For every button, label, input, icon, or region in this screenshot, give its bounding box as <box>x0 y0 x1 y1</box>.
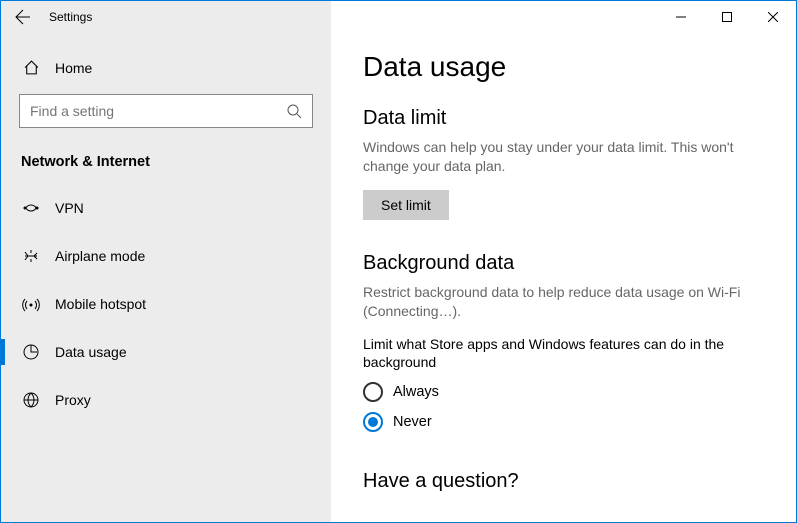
radio-label: Always <box>393 384 439 400</box>
home-link[interactable]: Home <box>1 49 331 86</box>
background-data-description: Restrict background data to help reduce … <box>363 283 764 321</box>
background-data-option-label: Limit what Store apps and Windows featur… <box>363 335 764 373</box>
content-pane: Data usage Data limit Windows can help y… <box>331 1 796 522</box>
sidebar-item-data-usage[interactable]: Data usage <box>1 328 331 376</box>
set-limit-button[interactable]: Set limit <box>363 190 449 220</box>
search-input[interactable] <box>19 94 313 128</box>
sidebar-item-label: Airplane mode <box>55 248 145 264</box>
proxy-icon <box>21 391 41 409</box>
radio-always[interactable]: Always <box>363 382 764 402</box>
sidebar-item-proxy[interactable]: Proxy <box>1 376 331 424</box>
sidebar: Home Network & Internet VPN Airplane mod… <box>1 1 331 522</box>
search-field[interactable] <box>30 103 286 119</box>
radio-icon <box>363 382 383 402</box>
data-limit-description: Windows can help you stay under your dat… <box>363 138 764 176</box>
maximize-button[interactable] <box>704 1 750 33</box>
vpn-icon <box>21 201 41 215</box>
maximize-icon <box>722 12 732 22</box>
sidebar-item-label: Proxy <box>55 392 91 408</box>
home-label: Home <box>55 60 92 76</box>
arrow-left-icon <box>15 9 31 25</box>
minimize-button[interactable] <box>658 1 704 33</box>
hotspot-icon <box>21 296 41 312</box>
question-heading: Have a question? <box>363 470 764 493</box>
data-limit-heading: Data limit <box>363 107 764 130</box>
page-title: Data usage <box>363 51 764 83</box>
sidebar-item-mobile-hotspot[interactable]: Mobile hotspot <box>1 280 331 328</box>
window-title: Settings <box>45 10 92 24</box>
back-button[interactable] <box>1 1 45 33</box>
data-usage-icon <box>21 343 41 361</box>
radio-label: Never <box>393 414 432 430</box>
sidebar-item-airplane-mode[interactable]: Airplane mode <box>1 232 331 280</box>
titlebar: Settings <box>1 1 796 33</box>
minimize-icon <box>676 12 686 22</box>
sidebar-item-label: VPN <box>55 200 84 216</box>
radio-never[interactable]: Never <box>363 412 764 432</box>
background-data-heading: Background data <box>363 252 764 275</box>
airplane-icon <box>21 247 41 265</box>
radio-icon <box>363 412 383 432</box>
home-icon <box>21 59 41 76</box>
category-heading: Network & Internet <box>1 142 331 184</box>
close-icon <box>768 12 778 22</box>
sidebar-item-label: Data usage <box>55 344 127 360</box>
search-icon <box>286 103 302 119</box>
close-button[interactable] <box>750 1 796 33</box>
sidebar-item-label: Mobile hotspot <box>55 296 146 312</box>
sidebar-item-vpn[interactable]: VPN <box>1 184 331 232</box>
